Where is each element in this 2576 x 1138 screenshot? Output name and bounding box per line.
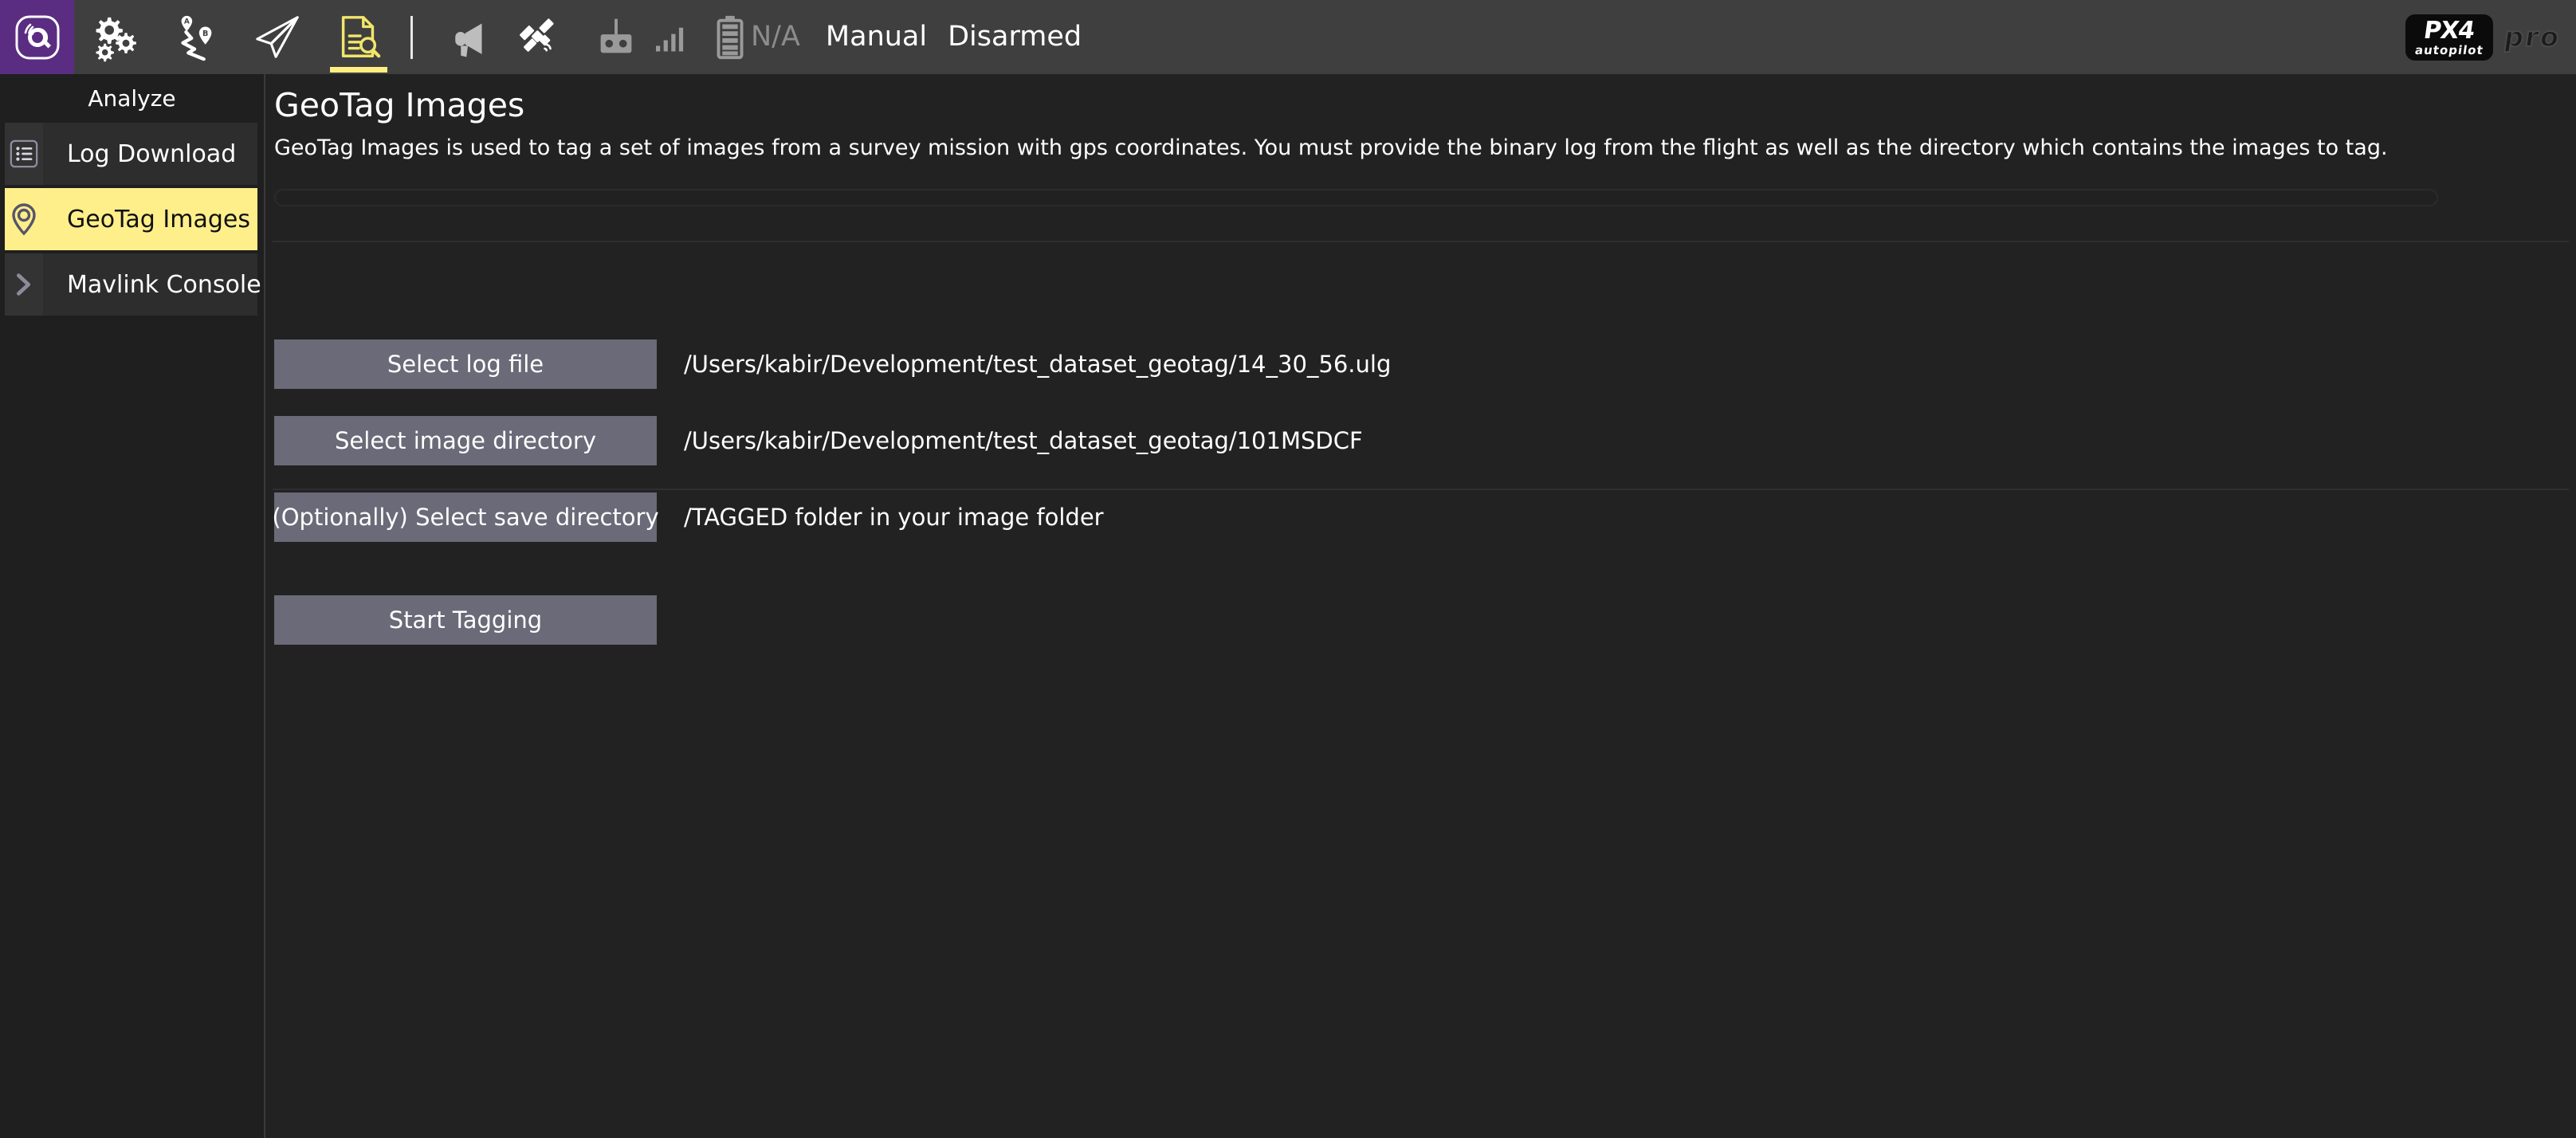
toolbar-rc-indicator[interactable]: [591, 13, 641, 62]
select-save-directory-button[interactable]: (Optionally) Select save directory: [272, 492, 659, 542]
active-tab-underline: [330, 67, 387, 73]
button-label: Select image directory: [335, 427, 596, 454]
image-directory-row: Select image directory /Users/kabir/Deve…: [274, 416, 1363, 465]
sidebar-item-label: Log Download: [67, 139, 237, 168]
megaphone-icon: [455, 23, 482, 57]
battery-value: N/A: [751, 21, 800, 53]
paper-plane-icon: [256, 15, 299, 58]
px4-pro-brand-logo: PX4 autopilot pro: [2405, 14, 2563, 61]
waypoints-ab-icon: A B: [181, 15, 212, 61]
image-directory-path: /Users/kabir/Development/test_dataset_ge…: [684, 427, 1363, 454]
toolbar-tab-settings[interactable]: [74, 0, 155, 74]
log-search-icon: [341, 15, 381, 57]
toolbar-battery-indicator[interactable]: [709, 13, 751, 62]
qgroundcontrol-logo-icon: [15, 15, 59, 59]
log-file-path: /Users/kabir/Development/test_dataset_ge…: [684, 351, 1392, 378]
section-divider-top: [273, 241, 2569, 242]
satellite-icon: [520, 18, 554, 52]
toolbar-messages-button[interactable]: [434, 0, 502, 74]
chevron-right-icon: [16, 273, 31, 296]
start-tagging-button[interactable]: Start Tagging: [274, 595, 657, 645]
sidebar-item-label: Mavlink Console: [67, 270, 261, 299]
button-label: (Optionally) Select save directory: [272, 504, 659, 531]
tagging-progress-bar: [274, 189, 2438, 206]
svg-text:A: A: [184, 18, 190, 26]
start-tagging-row: Start Tagging: [274, 595, 657, 645]
rc-transmitter-icon: [600, 18, 632, 53]
sidebar-item-geotag-images[interactable]: GeoTag Images: [5, 188, 257, 250]
toolbar-separator: [410, 15, 413, 59]
button-label: Select log file: [387, 351, 544, 378]
select-log-file-button[interactable]: Select log file: [274, 339, 657, 389]
sidebar-item-log-download[interactable]: Log Download: [5, 123, 257, 185]
toolbar-signal-indicator[interactable]: [650, 15, 695, 60]
save-directory-row: (Optionally) Select save directory /TAGG…: [272, 492, 1104, 542]
list-lines-icon: [10, 139, 38, 168]
toolbar-tab-analyze[interactable]: [318, 0, 399, 74]
battery-icon: [717, 15, 744, 59]
sidebar-icon-cell: [5, 188, 43, 250]
log-file-row: Select log file /Users/kabir/Development…: [274, 339, 1391, 389]
section-divider-bottom: [273, 489, 2569, 490]
flight-mode-label[interactable]: Manual: [826, 23, 927, 51]
signal-bars-icon: [656, 27, 684, 51]
qgroundcontrol-logo-button[interactable]: [0, 0, 74, 74]
save-directory-path: /TAGGED folder in your image folder: [684, 504, 1104, 531]
select-image-directory-button[interactable]: Select image directory: [274, 416, 657, 465]
geotag-images-panel: GeoTag Images GeoTag Images is used to t…: [267, 74, 2576, 1138]
button-label: Start Tagging: [388, 606, 543, 634]
px4-pro-wordmark: pro: [2501, 21, 2563, 54]
toolbar-status-group: N/A Manual Disarmed: [571, 0, 1082, 74]
gears-icon: [96, 17, 136, 61]
px4-autopilot-badge: PX4 autopilot: [2405, 14, 2493, 61]
toolbar-tab-fly[interactable]: [237, 0, 318, 74]
svg-text:B: B: [202, 29, 208, 38]
px4-badge-subtitle: autopilot: [2413, 42, 2484, 57]
analyze-sidebar: Analyze Log Download GeoTag Images Mavli…: [0, 74, 265, 1138]
arm-state-label[interactable]: Disarmed: [948, 23, 1082, 51]
main-toolbar: A B N/A Manual Disarmed PX4 autopilot pr…: [0, 0, 2576, 74]
map-pin-icon: [12, 203, 36, 236]
sidebar-title: Analyze: [88, 85, 176, 112]
page-description: GeoTag Images is used to tag a set of im…: [274, 135, 2388, 160]
sidebar-icon-cell: [5, 253, 43, 316]
sidebar-item-label: GeoTag Images: [67, 205, 250, 233]
px4-badge-title: PX4: [2421, 16, 2476, 45]
sidebar-icon-cell: [5, 123, 43, 185]
sidebar-item-mavlink-console[interactable]: Mavlink Console: [5, 253, 261, 316]
toolbar-gps-button[interactable]: [502, 0, 571, 74]
page-title: GeoTag Images: [274, 86, 525, 124]
toolbar-tab-plan[interactable]: A B: [155, 0, 237, 74]
